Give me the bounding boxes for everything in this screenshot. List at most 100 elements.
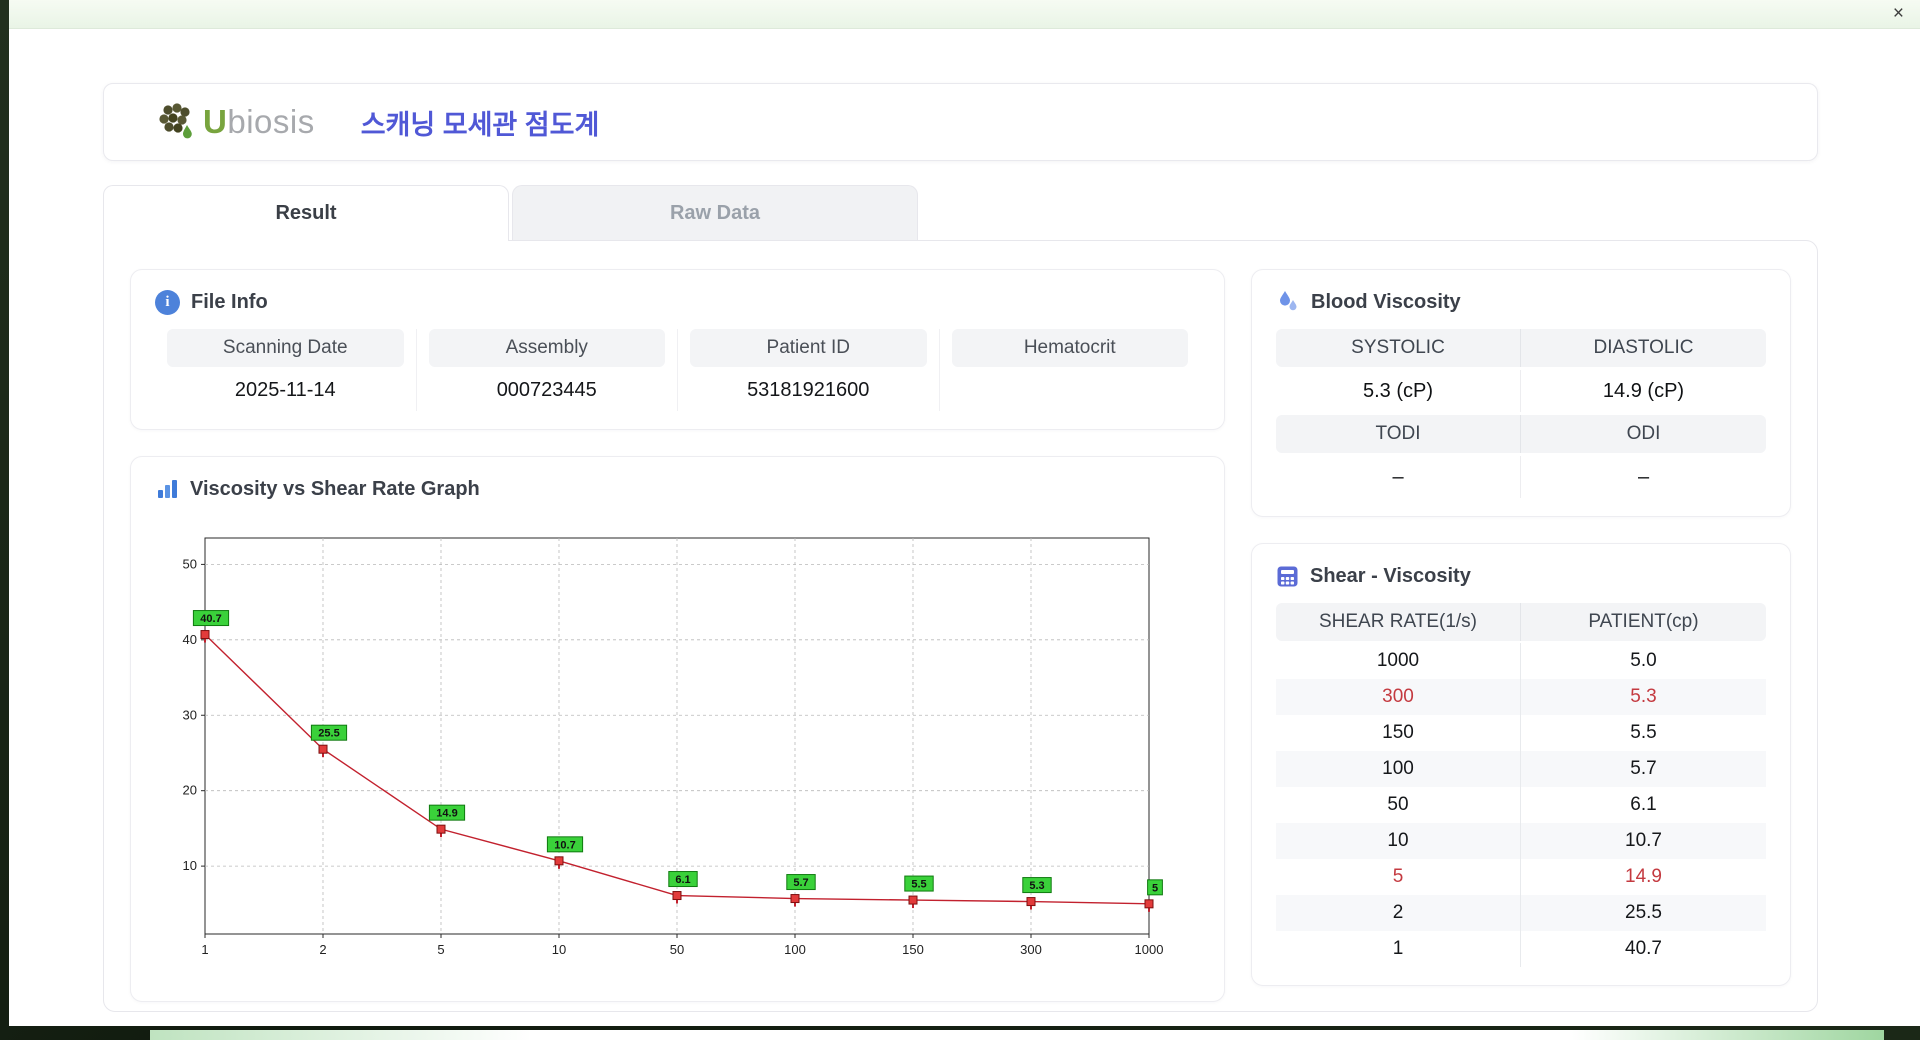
shear-viscosity-title: Shear - Viscosity xyxy=(1310,564,1471,587)
shear-viscosity-row: 150 5.5 xyxy=(1276,715,1766,751)
shear-viscosity-row: 100 5.7 xyxy=(1276,751,1766,787)
svg-text:300: 300 xyxy=(1020,942,1042,957)
svg-text:10.7: 10.7 xyxy=(554,839,575,851)
patient-viscosity-value: 6.1 xyxy=(1630,794,1657,815)
shear-viscosity-card: Shear - Viscosity SHEAR RATE(1/s) PATIEN… xyxy=(1251,543,1791,986)
svg-text:6.1: 6.1 xyxy=(675,874,690,886)
file-info-card: i File Info Scanning Date 2025-11-14 Assem… xyxy=(130,269,1225,430)
svg-text:1000: 1000 xyxy=(1135,942,1164,957)
ubiosis-logo: Ubiosis xyxy=(156,103,315,141)
field-label: Patient ID xyxy=(690,329,927,367)
file-info-field-hematocrit: Hematocrit xyxy=(940,329,1201,411)
field-value: 53181921600 xyxy=(747,379,870,401)
tab-bar: Result Raw Data xyxy=(103,185,1818,241)
patient-viscosity-value: 5.5 xyxy=(1630,722,1657,743)
svg-text:14.9: 14.9 xyxy=(436,808,457,820)
shear-viscosity-row: 1 40.7 xyxy=(1276,931,1766,967)
patient-viscosity-value: 5.0 xyxy=(1630,650,1657,671)
shear-rate-value: 10 xyxy=(1276,823,1521,859)
file-info-title: File Info xyxy=(191,290,268,313)
app-title: 스캐닝 모세관 점도계 xyxy=(360,109,600,140)
field-label: Scanning Date xyxy=(167,329,404,367)
svg-text:10: 10 xyxy=(183,858,197,873)
shear-rate-column-header: SHEAR RATE(1/s) xyxy=(1276,603,1521,641)
shear-rate-value: 300 xyxy=(1276,679,1521,715)
shear-viscosity-row: 5 14.9 xyxy=(1276,859,1766,895)
svg-text:1: 1 xyxy=(201,942,208,957)
shear-rate-value: 50 xyxy=(1276,787,1521,823)
graph-title: Viscosity vs Shear Rate Graph xyxy=(190,477,480,500)
systolic-value: 5.3 (cP) xyxy=(1276,370,1521,412)
grid-table-icon xyxy=(1277,566,1298,586)
info-icon: i xyxy=(155,289,180,315)
brand-text: Ubiosis xyxy=(203,103,315,141)
diastolic-value: 14.9 (cP) xyxy=(1602,380,1685,402)
tab-result[interactable]: Result xyxy=(103,185,509,241)
svg-text:20: 20 xyxy=(183,783,197,798)
file-info-field-assembly: Assembly 000723445 xyxy=(417,329,678,411)
svg-text:150: 150 xyxy=(902,942,924,957)
shear-viscosity-row: 300 5.3 xyxy=(1276,679,1766,715)
shear-rate-value: 1000 xyxy=(1276,643,1521,679)
file-info-field-scanning-date: Scanning Date 2025-11-14 xyxy=(155,329,417,411)
shear-viscosity-header-row: SHEAR RATE(1/s) PATIENT(cp) xyxy=(1276,603,1766,641)
droplet-icon xyxy=(1280,291,1297,311)
patient-column-header: PATIENT(cp) xyxy=(1521,603,1766,641)
shear-rate-value: 5 xyxy=(1276,859,1521,895)
main-panel: i File Info Scanning Date 2025-11-14 Assem… xyxy=(103,240,1818,1012)
blood-viscosity-card: Blood Viscosity SYSTOLIC DIASTOLIC 5.3 (… xyxy=(1251,269,1791,517)
svg-text:10: 10 xyxy=(552,942,566,957)
desktop-background: × Ubiosis 스캐닝 모세관 점도계 Result Raw Data i … xyxy=(0,0,1920,1040)
file-info-title-row: i File Info xyxy=(155,288,1200,316)
svg-text:5.5: 5.5 xyxy=(911,879,926,891)
blood-viscosity-title-row: Blood Viscosity xyxy=(1276,288,1766,316)
svg-text:40: 40 xyxy=(183,632,197,647)
tab-raw-data[interactable]: Raw Data xyxy=(512,185,918,241)
chart-wrap: 10 20 30 40 50 1 2 5 10 50 100 150 300 1000 40.7 25.5 14… xyxy=(155,516,1200,983)
patient-viscosity-value: 5.3 xyxy=(1630,686,1657,707)
diastolic-header: DIASTOLIC xyxy=(1521,329,1766,367)
shear-rate-value: 2 xyxy=(1276,895,1521,931)
field-value xyxy=(952,367,1189,411)
graph-title-row: Viscosity vs Shear Rate Graph xyxy=(155,475,1200,503)
blood-viscosity-table: SYSTOLIC DIASTOLIC 5.3 (cP) 14.9 (cP) TO… xyxy=(1276,329,1766,498)
bar-chart-icon xyxy=(158,480,177,498)
header-card: Ubiosis 스캐닝 모세관 점도계 xyxy=(103,83,1818,161)
field-label: Assembly xyxy=(428,329,665,367)
svg-text:2: 2 xyxy=(319,942,326,957)
blood-viscosity-title: Blood Viscosity xyxy=(1311,290,1461,313)
file-info-field-patient-id: Patient ID 53181921600 xyxy=(678,329,940,411)
graph-card: Viscosity vs Shear Rate Graph 10 20 30 40 50… xyxy=(130,456,1225,1002)
patient-viscosity-value: 40.7 xyxy=(1625,938,1662,959)
field-value: 000723445 xyxy=(496,379,597,401)
viscosity-chart: 10 20 30 40 50 1 2 5 10 50 100 150 300 1000 40.7 25.5 14… xyxy=(183,537,1164,957)
window-content: Ubiosis 스캐닝 모세관 점도계 Result Raw Data i Fi… xyxy=(9,29,1920,1026)
svg-text:25.5: 25.5 xyxy=(318,728,339,740)
svg-text:100: 100 xyxy=(784,942,806,957)
window-close-button[interactable]: × xyxy=(1893,2,1904,26)
shear-viscosity-row: 2 25.5 xyxy=(1276,895,1766,931)
svg-text:5.3: 5.3 xyxy=(1029,880,1044,892)
file-info-fields: Scanning Date 2025-11-14 Assembly 000723445… xyxy=(155,329,1200,411)
app-window: × Ubiosis 스캐닝 모세관 점도계 Result Raw Data i … xyxy=(9,0,1920,1026)
grape-cluster-icon xyxy=(159,103,192,139)
taskbar-strip xyxy=(150,1030,1884,1040)
svg-text:5: 5 xyxy=(437,942,444,957)
shear-rate-value: 1 xyxy=(1276,931,1521,967)
shear-viscosity-row: 50 6.1 xyxy=(1276,787,1766,823)
brand-u: U xyxy=(203,103,228,140)
svg-text:5: 5 xyxy=(1152,882,1158,894)
patient-viscosity-value: 10.7 xyxy=(1625,830,1662,851)
shear-rate-value: 150 xyxy=(1276,715,1521,751)
field-value: 2025-11-14 xyxy=(234,379,336,401)
field-label: Hematocrit xyxy=(951,329,1188,367)
svg-text:40.7: 40.7 xyxy=(200,613,221,625)
shear-viscosity-rows: 1000 5.0 300 5.3 150 5.5 100 5.7 50 6.1 10 10.7 5 14.… xyxy=(1276,643,1766,967)
todi-header: TODI xyxy=(1276,415,1521,453)
window-titlebar: × xyxy=(9,0,1920,29)
shear-viscosity-title-row: Shear - Viscosity xyxy=(1276,562,1766,590)
shear-rate-value: 100 xyxy=(1276,751,1521,787)
svg-text:5.7: 5.7 xyxy=(793,877,808,889)
brand-rest: biosis xyxy=(227,103,315,140)
odi-value: – xyxy=(1637,466,1650,488)
